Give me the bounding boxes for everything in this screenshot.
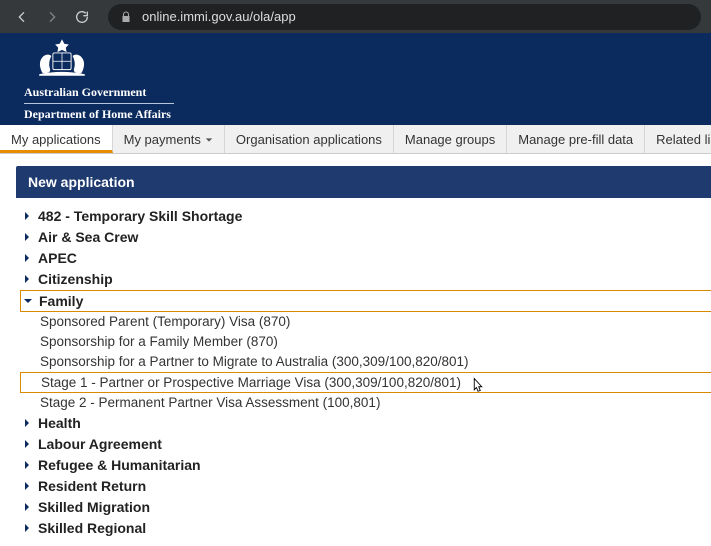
chevron-right-icon <box>20 230 34 244</box>
sub-sponsored-parent[interactable]: Sponsored Parent (Temporary) Visa (870) <box>20 312 711 332</box>
cat-label: Resident Return <box>38 478 146 494</box>
cat-label: APEC <box>38 250 77 266</box>
main-nav: My applications My payments Organisation… <box>0 125 711 154</box>
caret-down-icon <box>205 132 213 147</box>
url-text: online.immi.gov.au/ola/app <box>142 9 296 24</box>
cat-health[interactable]: Health <box>20 413 711 434</box>
cat-label: Skilled Migration <box>38 499 150 515</box>
cat-label: 482 - Temporary Skill Shortage <box>38 208 242 224</box>
cat-citizenship[interactable]: Citizenship <box>20 269 711 290</box>
browser-chrome: online.immi.gov.au/ola/app <box>0 0 711 33</box>
tab-label: Manage pre-fill data <box>518 132 633 147</box>
category-list: 482 - Temporary Skill Shortage Air & Sea… <box>16 198 711 539</box>
cat-label: Air & Sea Crew <box>38 229 138 245</box>
cat-skilled-regional[interactable]: Skilled Regional <box>20 518 711 539</box>
cat-labour[interactable]: Labour Agreement <box>20 434 711 455</box>
cat-refugee[interactable]: Refugee & Humanitarian <box>20 455 711 476</box>
tab-my-applications[interactable]: My applications <box>0 125 113 153</box>
sub-label: Sponsorship for a Family Member (870) <box>40 334 278 349</box>
tab-organisation-applications[interactable]: Organisation applications <box>225 125 394 153</box>
cat-family[interactable]: Family <box>20 290 711 312</box>
sub-label: Sponsorship for a Partner to Migrate to … <box>40 354 469 369</box>
sub-sponsorship-partner[interactable]: Sponsorship for a Partner to Migrate to … <box>20 352 711 372</box>
chevron-right-icon <box>20 521 34 535</box>
cat-label: Refugee & Humanitarian <box>38 457 201 473</box>
tab-label: Related links <box>656 132 711 147</box>
cat-air-sea[interactable]: Air & Sea Crew <box>20 227 711 248</box>
tab-my-payments[interactable]: My payments <box>113 125 225 153</box>
chevron-right-icon <box>20 458 34 472</box>
tab-manage-groups[interactable]: Manage groups <box>394 125 507 153</box>
divider <box>24 103 174 104</box>
cat-apec[interactable]: APEC <box>20 248 711 269</box>
lock-icon <box>120 11 132 23</box>
reload-icon[interactable] <box>70 5 94 29</box>
cat-label: Citizenship <box>38 271 113 287</box>
coat-of-arms-icon <box>24 37 693 81</box>
content-area: New application 482 - Temporary Skill Sh… <box>0 154 711 539</box>
cat-label: Health <box>38 415 81 431</box>
cat-label: Family <box>39 293 83 309</box>
back-icon[interactable] <box>10 5 34 29</box>
tab-label: My payments <box>124 132 201 147</box>
chevron-right-icon <box>20 416 34 430</box>
cursor-icon <box>469 377 487 398</box>
tab-label: Organisation applications <box>236 132 382 147</box>
tab-manage-prefill[interactable]: Manage pre-fill data <box>507 125 645 153</box>
sub-stage2-permanent[interactable]: Stage 2 - Permanent Partner Visa Assessm… <box>20 393 711 413</box>
chevron-right-icon <box>20 479 34 493</box>
sub-label: Sponsored Parent (Temporary) Visa (870) <box>40 314 290 329</box>
chevron-right-icon <box>20 209 34 223</box>
sub-sponsorship-family[interactable]: Sponsorship for a Family Member (870) <box>20 332 711 352</box>
gov-dept: Department of Home Affairs <box>24 107 693 122</box>
address-bar[interactable]: online.immi.gov.au/ola/app <box>108 4 701 30</box>
cat-482[interactable]: 482 - Temporary Skill Shortage <box>20 206 711 227</box>
gov-title: Australian Government <box>24 85 693 100</box>
forward-icon[interactable] <box>40 5 64 29</box>
cat-label: Skilled Regional <box>38 520 146 536</box>
chevron-right-icon <box>20 500 34 514</box>
tab-label: My applications <box>11 132 101 147</box>
sub-label: Stage 2 - Permanent Partner Visa Assessm… <box>40 395 380 410</box>
sub-label: Stage 1 - Partner or Prospective Marriag… <box>41 375 461 390</box>
chevron-down-icon <box>21 294 35 308</box>
cat-skilled-migration[interactable]: Skilled Migration <box>20 497 711 518</box>
tab-label: Manage groups <box>405 132 495 147</box>
site-header: Australian Government Department of Home… <box>0 33 711 125</box>
sub-stage1-partner[interactable]: Stage 1 - Partner or Prospective Marriag… <box>20 372 711 393</box>
tab-related-links[interactable]: Related links <box>645 125 711 153</box>
cat-label: Labour Agreement <box>38 436 162 452</box>
panel-title: New application <box>16 166 711 198</box>
chevron-right-icon <box>20 437 34 451</box>
chevron-right-icon <box>20 251 34 265</box>
chevron-right-icon <box>20 272 34 286</box>
cat-resident-return[interactable]: Resident Return <box>20 476 711 497</box>
